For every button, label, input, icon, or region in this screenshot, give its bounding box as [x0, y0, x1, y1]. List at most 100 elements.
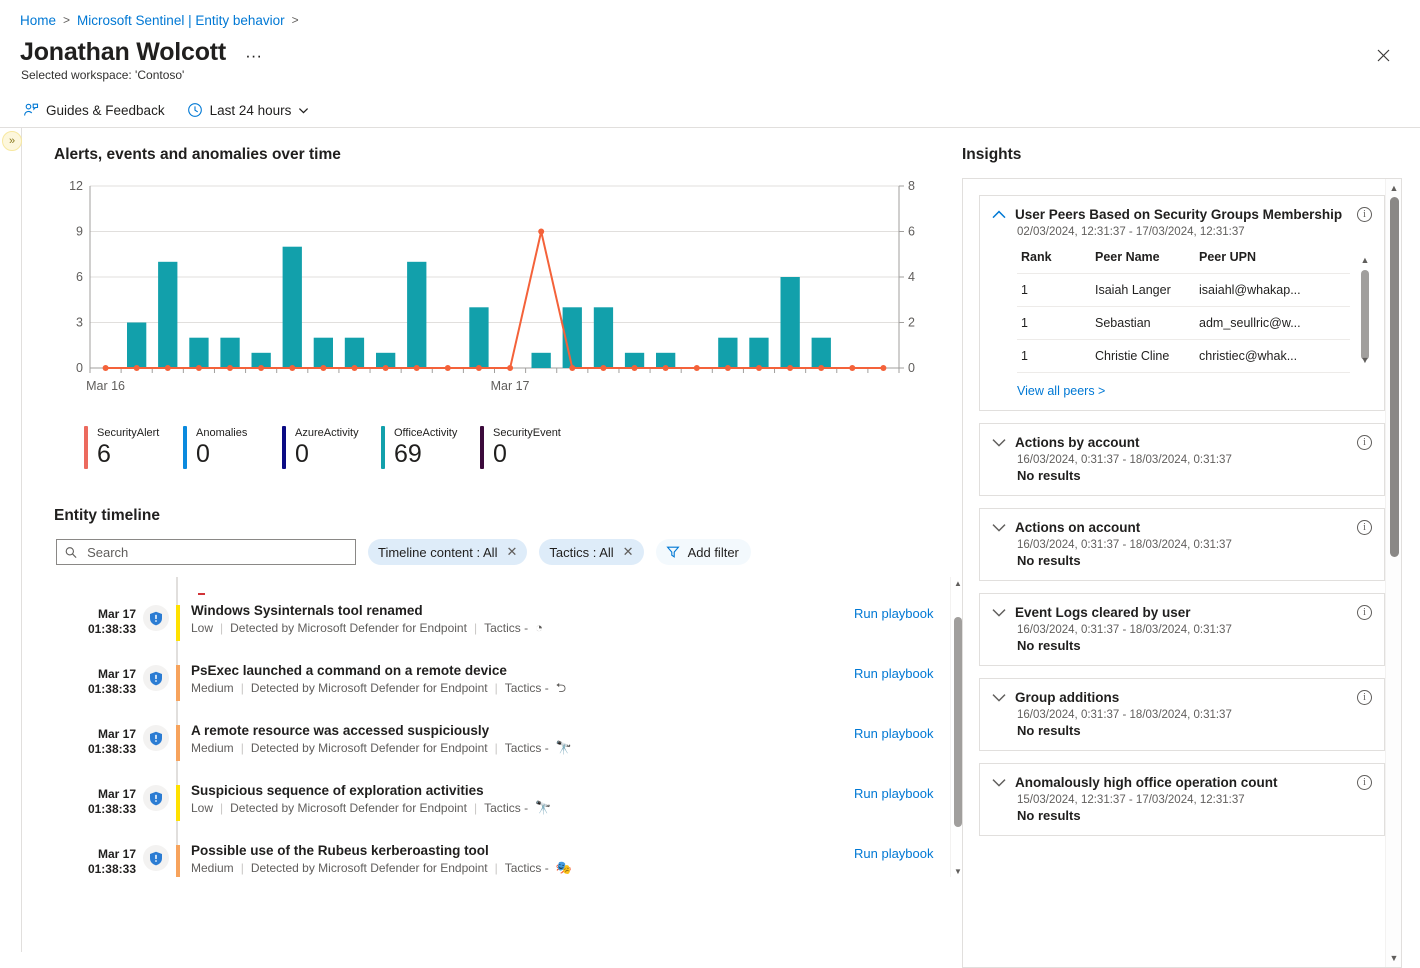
- breadcrumb-item-home[interactable]: Home: [20, 13, 56, 28]
- peers-cell: 1: [1017, 273, 1091, 307]
- close-button[interactable]: [1368, 40, 1398, 70]
- scroll-up-icon[interactable]: ▲: [954, 579, 962, 588]
- remove-filter-icon[interactable]: ✕: [506, 544, 517, 560]
- metric-label: Anomalies: [196, 427, 248, 439]
- metric-card-securityalert[interactable]: SecurityAlert 6: [84, 426, 183, 469]
- insight-result-text: No results: [1017, 638, 1081, 653]
- add-filter-button[interactable]: Add filter: [655, 539, 751, 565]
- filter-pill-tactics-label: Tactics : All: [549, 544, 614, 560]
- filter-icon: [665, 546, 680, 558]
- timeline-row[interactable]: Mar 17 01:38:33 A remote resource was acce…: [54, 717, 964, 777]
- timeline-date: Mar 17: [97, 787, 136, 801]
- table-row[interactable]: 1 Christie Cline christiec@whak...: [1017, 339, 1350, 373]
- guides-and-feedback-button[interactable]: Guides & Feedback: [14, 97, 174, 123]
- svg-text:2: 2: [908, 316, 915, 330]
- alert-title[interactable]: PsExec launched a command on a remote de…: [191, 663, 854, 678]
- scroll-down-icon[interactable]: ▼: [1389, 953, 1399, 963]
- breadcrumb: Home > Microsoft Sentinel | Entity behav…: [0, 0, 1420, 30]
- time-range-picker[interactable]: Last 24 hours: [178, 97, 319, 123]
- alert-title[interactable]: Possible use of the Rubeus kerberoasting…: [191, 843, 854, 858]
- insights-title: Insights: [962, 146, 1022, 163]
- lateral-movement-icon[interactable]: ⮌: [556, 681, 566, 694]
- search-box[interactable]: [56, 539, 356, 565]
- svg-text:4: 4: [908, 270, 915, 284]
- insights-scrollbar[interactable]: ▲ ▼: [1385, 179, 1401, 967]
- breadcrumb-item-sentinel-entity-behavior[interactable]: Microsoft Sentinel | Entity behavior: [77, 13, 285, 28]
- alert-title[interactable]: Windows Sysinternals tool renamed: [191, 603, 854, 618]
- svg-text:Mar 16: Mar 16: [86, 379, 125, 393]
- discovery-icon[interactable]: 🔭: [556, 741, 572, 754]
- timeline-row[interactable]: Mar 17 01:38:33 Possible use of the Rubeus…: [54, 837, 964, 877]
- alert-source: Detected by Microsoft Defender for Endpo…: [250, 861, 488, 875]
- metric-value: 0: [295, 440, 309, 468]
- peers-scrollbar[interactable]: ▲ ▼: [1358, 248, 1372, 373]
- meta-divider: |: [220, 621, 224, 635]
- scroll-up-icon[interactable]: ▲: [1359, 256, 1371, 265]
- alert-title[interactable]: Suspicious sequence of exploration activ…: [191, 783, 854, 798]
- filter-pill-tactics[interactable]: Tactics : All ✕: [539, 539, 644, 565]
- table-row[interactable]: 1 Sebastian adm_seullric@w...: [1017, 306, 1350, 340]
- metric-card-securityevent[interactable]: SecurityEvent 0: [480, 426, 579, 469]
- chevron-down-icon[interactable]: [992, 693, 1006, 702]
- timeline-time: 01:38:33: [87, 802, 136, 816]
- run-playbook-link[interactable]: Run playbook: [854, 777, 964, 801]
- insight-card-group-additions: Group additions i 16/03/2024, 0:31:37 - 18…: [979, 678, 1385, 751]
- defense-evasion-icon[interactable]: ◔: [535, 621, 543, 634]
- insight-card-event-logs-cleared: Event Logs cleared by user i 16/03/2024, 0…: [979, 593, 1385, 666]
- timeline-scrollbar-thumb[interactable]: [954, 617, 962, 827]
- run-playbook-link[interactable]: Run playbook: [854, 717, 964, 741]
- tactics-label: Tactics -: [484, 621, 529, 635]
- chevron-down-icon[interactable]: [992, 778, 1006, 787]
- chevron-down-icon[interactable]: [992, 438, 1006, 447]
- scroll-down-icon[interactable]: ▼: [954, 867, 962, 876]
- insights-scrollbar-thumb[interactable]: [1390, 197, 1399, 557]
- info-icon[interactable]: i: [1357, 775, 1372, 790]
- metric-card-azureactivity[interactable]: AzureActivity 0: [282, 426, 381, 469]
- filter-pill-timeline-content[interactable]: Timeline content : All ✕: [368, 539, 528, 565]
- timeline-row[interactable]: Mar 17 01:38:33 Windows Sysinternals tool …: [54, 597, 964, 657]
- chevron-down-icon[interactable]: [992, 523, 1006, 532]
- search-input[interactable]: [85, 543, 347, 561]
- insight-time-range: 16/03/2024, 0:31:37 - 18/03/2024, 0:31:3…: [1017, 709, 1232, 721]
- timeline-row[interactable]: Mar 17 01:38:33 Suspicious sequence of exp…: [54, 777, 964, 837]
- info-icon[interactable]: i: [1357, 520, 1372, 535]
- timeline-date: Mar 17: [97, 607, 136, 621]
- chevron-up-icon[interactable]: [992, 210, 1006, 219]
- tactics-label: Tactics -: [484, 801, 529, 815]
- scroll-down-icon[interactable]: ▼: [1359, 356, 1371, 365]
- peers-table-wrap: Rank Peer Name Peer UPN 1 Isaiah Langer isaia…: [1017, 248, 1372, 373]
- tactics-label: Tactics -: [504, 741, 549, 755]
- timeline-timestamp: Mar 17 01:38:33: [54, 657, 136, 697]
- insight-card-title: Event Logs cleared by user: [1015, 605, 1191, 620]
- expand-sidebar-button[interactable]: »: [2, 131, 22, 151]
- remove-filter-icon[interactable]: ✕: [623, 544, 634, 560]
- peers-scrollbar-thumb[interactable]: [1361, 270, 1369, 360]
- info-icon[interactable]: i: [1357, 605, 1372, 620]
- metric-card-anomalies[interactable]: Anomalies 0: [183, 426, 282, 469]
- more-options-button[interactable]: ···: [240, 47, 267, 64]
- discovery-icon[interactable]: 🔭: [535, 801, 551, 814]
- info-icon[interactable]: i: [1357, 207, 1372, 222]
- alerts-events-anomalies-chart[interactable]: 0 3 6 9 12 0 2 4 6 8 Mar 16 Mar 17: [54, 178, 932, 408]
- info-icon[interactable]: i: [1357, 690, 1372, 705]
- peers-cell: 1: [1017, 306, 1091, 340]
- run-playbook-link[interactable]: Run playbook: [854, 597, 964, 621]
- metric-value: 6: [97, 440, 111, 468]
- meta-divider: |: [494, 681, 498, 695]
- info-icon[interactable]: i: [1357, 435, 1372, 450]
- run-playbook-link[interactable]: Run playbook: [854, 837, 964, 861]
- credential-access-icon[interactable]: 🎭: [556, 861, 572, 874]
- timeline-row[interactable]: Mar 17 01:38:33 PsExec launched a command …: [54, 657, 964, 717]
- table-row[interactable]: 1 Isaiah Langer isaiahl@whakap...: [1017, 273, 1350, 307]
- metric-card-officeactivity[interactable]: OfficeActivity 69: [381, 426, 480, 469]
- metric-value: 0: [196, 440, 210, 468]
- view-all-peers-link[interactable]: View all peers >: [1017, 384, 1105, 398]
- alert-severity: Low: [191, 801, 214, 815]
- chevron-down-icon[interactable]: [992, 608, 1006, 617]
- alert-title[interactable]: A remote resource was accessed suspiciou…: [191, 723, 854, 738]
- scroll-up-icon[interactable]: ▲: [1389, 183, 1399, 193]
- insight-result-text: No results: [1017, 808, 1081, 823]
- peers-column-header: Peer Name: [1091, 248, 1195, 274]
- timeline-date: Mar 17: [97, 847, 136, 861]
- run-playbook-link[interactable]: Run playbook: [854, 657, 964, 681]
